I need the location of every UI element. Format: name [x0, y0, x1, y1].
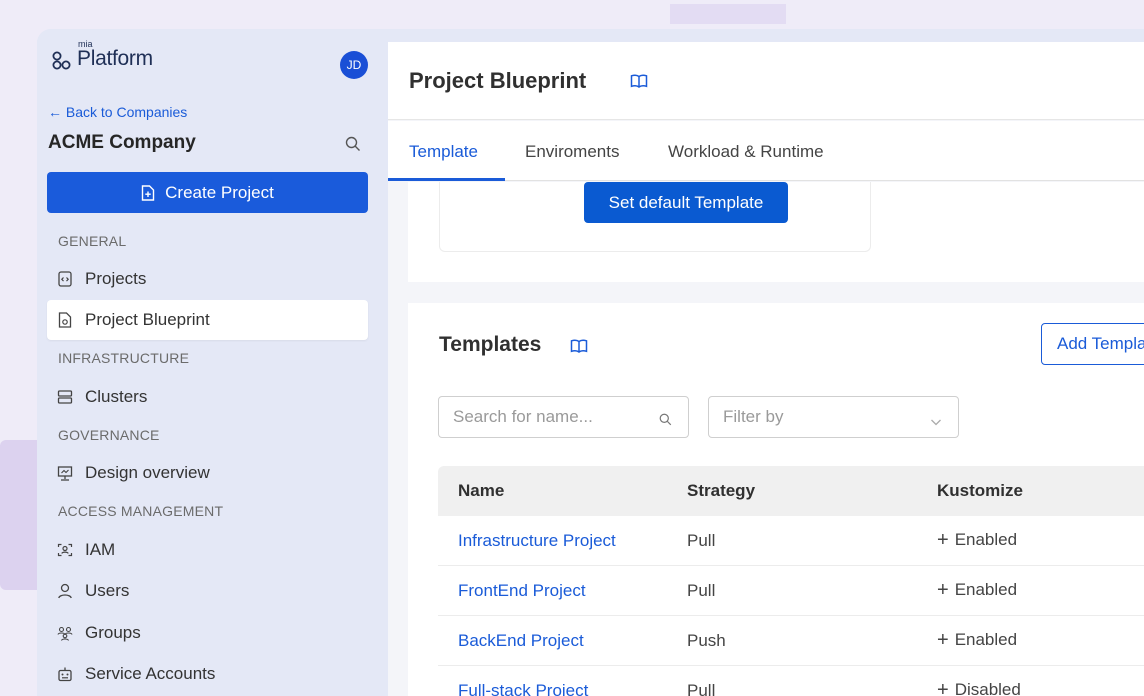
- template-settings-card: Set default Template: [408, 182, 1144, 282]
- back-to-companies-link[interactable]: ← Back to Companies: [48, 104, 187, 120]
- kustomize-value: Enabled: [954, 630, 1018, 649]
- default-template-panel: Set default Template: [439, 182, 871, 252]
- strategy-cell: Pull: [687, 530, 716, 550]
- templates-table: Name Strategy Kustomize Infrastructure P…: [438, 466, 1144, 696]
- plus-icon: +: [937, 579, 949, 601]
- sidebar-item-label: Groups: [85, 623, 141, 642]
- page-title: Project Blueprint: [409, 68, 587, 93]
- sidebar-item-groups[interactable]: Groups: [47, 613, 368, 653]
- table-row: BackEnd Project Push + Enabled: [438, 616, 1144, 666]
- search-placeholder: Search for name...: [453, 407, 593, 426]
- mia-platform-logo[interactable]: mia Platform: [52, 39, 153, 71]
- page-header: Project Blueprint: [388, 42, 1144, 120]
- sidebar-item-project-blueprint[interactable]: Project Blueprint: [47, 300, 368, 340]
- table-row: FrontEnd Project Pull + Enabled: [438, 566, 1144, 616]
- book-icon[interactable]: [570, 339, 588, 358]
- sidebar-item-clusters[interactable]: Clusters: [47, 377, 368, 417]
- sidebar-item-label: IAM: [85, 540, 116, 559]
- logo-icon: [52, 51, 71, 70]
- code-file-icon: [57, 271, 73, 287]
- active-tab-indicator: [388, 178, 505, 181]
- template-name-link[interactable]: Full-stack Project: [458, 681, 588, 696]
- kustomize-value: Enabled: [954, 530, 1018, 549]
- plus-icon: +: [937, 629, 949, 651]
- filter-placeholder: Filter by: [723, 407, 784, 426]
- user-icon: [57, 583, 73, 599]
- sidebar-item-label: Clusters: [85, 387, 148, 406]
- sidebar: mia Platform JD ← Back to Companies ACME…: [37, 29, 388, 696]
- sidebar-item-service-accounts[interactable]: Service Accounts: [47, 654, 368, 694]
- add-template-button[interactable]: Add Template: [1041, 323, 1144, 365]
- book-icon[interactable]: [630, 74, 648, 93]
- section-infrastructure: INFRASTRUCTURE: [58, 350, 190, 366]
- kustomize-value: Enabled: [954, 580, 1018, 599]
- strategy-cell: Pull: [687, 680, 716, 696]
- table-header: Name Strategy Kustomize: [438, 466, 1144, 516]
- decorative-shape-top: [670, 4, 786, 24]
- templates-title: Templates: [439, 333, 542, 356]
- search-input[interactable]: Search for name...: [438, 396, 689, 438]
- kustomize-value: Disabled: [954, 680, 1021, 696]
- sidebar-item-label: Project Blueprint: [85, 310, 210, 329]
- strategy-cell: Pull: [687, 580, 716, 600]
- app-window: mia Platform JD ← Back to Companies ACME…: [37, 29, 1144, 696]
- column-header-strategy[interactable]: Strategy: [687, 481, 937, 501]
- create-project-label: Create Project: [165, 182, 274, 202]
- sidebar-item-design-overview[interactable]: Design overview: [47, 453, 368, 493]
- blueprint-file-icon: [57, 312, 73, 328]
- table-row: Infrastructure Project Pull + Enabled: [438, 516, 1144, 566]
- sidebar-item-label: Design overview: [85, 463, 210, 482]
- template-name-link[interactable]: Infrastructure Project: [458, 531, 616, 550]
- decorative-shape-left: [0, 440, 40, 590]
- set-default-template-button[interactable]: Set default Template: [584, 182, 788, 223]
- robot-icon: [57, 666, 73, 682]
- table-row: Full-stack Project Pull + Disabled: [438, 666, 1144, 696]
- section-general: GENERAL: [58, 233, 127, 249]
- section-governance: GOVERNANCE: [58, 427, 160, 443]
- tab-bar: Template Enviroments Workload & Runtime: [388, 121, 1144, 181]
- search-icon[interactable]: [345, 136, 361, 157]
- filter-select[interactable]: Filter by: [708, 396, 959, 438]
- users-group-icon: [57, 625, 73, 641]
- section-access-management: ACCESS MANAGEMENT: [58, 503, 224, 519]
- presentation-icon: [57, 465, 73, 481]
- create-project-button[interactable]: Create Project: [47, 172, 368, 213]
- plus-icon: +: [937, 679, 949, 696]
- column-header-kustomize[interactable]: Kustomize: [937, 481, 1144, 501]
- logo-mia-text: mia: [78, 39, 93, 49]
- iam-scan-icon: [57, 542, 73, 558]
- logo-platform-text: Platform: [77, 47, 153, 70]
- server-icon: [57, 389, 73, 405]
- file-plus-icon: [141, 184, 155, 201]
- company-name: ACME Company: [48, 132, 196, 153]
- chevron-down-icon: [930, 412, 942, 432]
- kustomize-cell: + Enabled: [937, 529, 1144, 552]
- tab-template[interactable]: Template: [409, 142, 478, 162]
- kustomize-cell: + Enabled: [937, 579, 1144, 602]
- kustomize-cell: + Enabled: [937, 629, 1144, 652]
- sidebar-item-users[interactable]: Users: [47, 571, 368, 611]
- kustomize-cell: + Disabled: [937, 679, 1144, 696]
- sidebar-item-label: Users: [85, 581, 130, 600]
- plus-icon: +: [937, 529, 949, 551]
- templates-card: Templates Add Template Search for name..…: [408, 303, 1144, 696]
- sidebar-item-projects[interactable]: Projects: [47, 259, 368, 299]
- sidebar-item-iam[interactable]: IAM: [47, 530, 368, 570]
- template-name-link[interactable]: BackEnd Project: [458, 631, 584, 650]
- template-name-link[interactable]: FrontEnd Project: [458, 581, 586, 600]
- column-header-name[interactable]: Name: [438, 481, 687, 501]
- tab-enviroments[interactable]: Enviroments: [525, 142, 619, 162]
- sidebar-item-label: Projects: [85, 269, 147, 288]
- search-icon: [659, 411, 672, 431]
- main-content: Project Blueprint Template Enviroments W…: [388, 42, 1144, 696]
- strategy-cell: Push: [687, 630, 726, 650]
- tab-workload-runtime[interactable]: Workload & Runtime: [668, 142, 824, 162]
- avatar[interactable]: JD: [340, 51, 368, 79]
- sidebar-item-label: Service Accounts: [85, 664, 216, 683]
